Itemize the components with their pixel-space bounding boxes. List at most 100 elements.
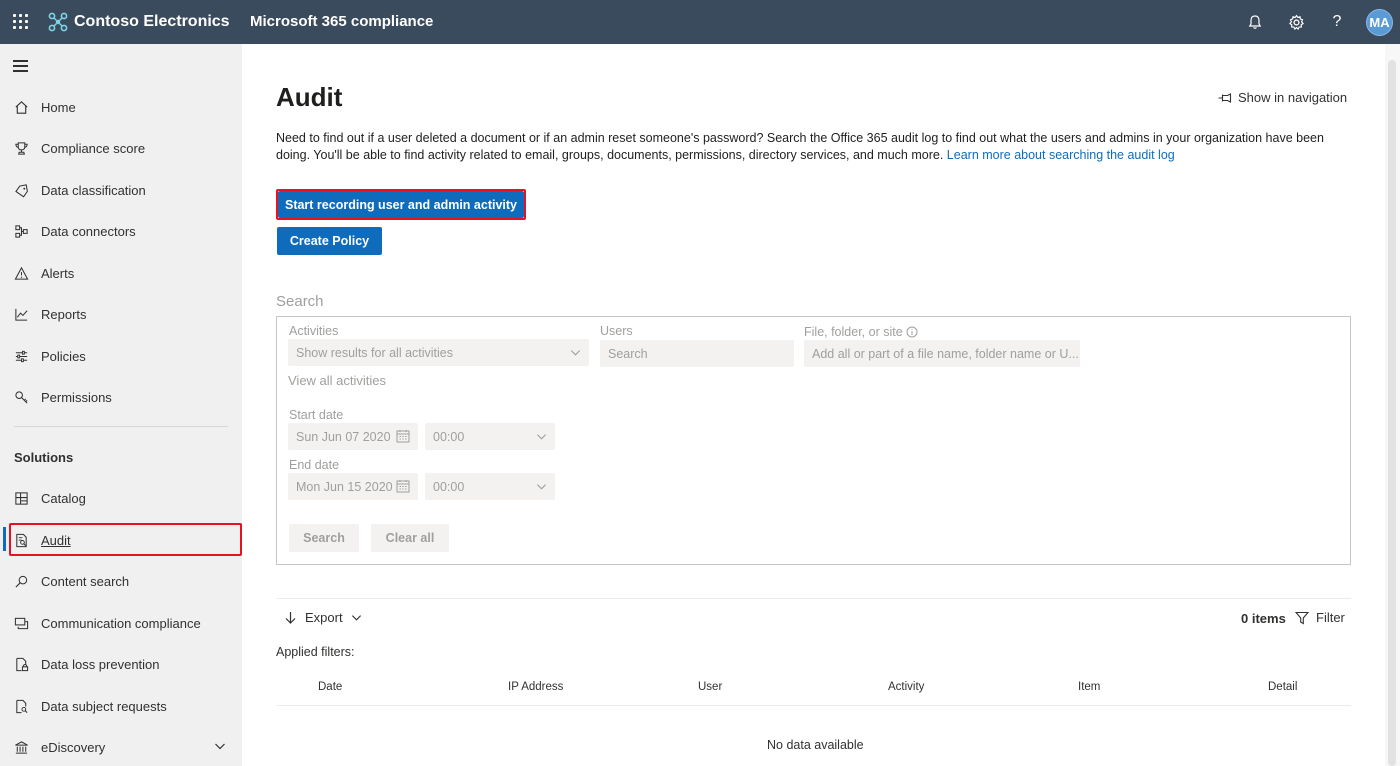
page-description: Need to find out if a user deleted a doc… xyxy=(276,130,1346,163)
end-date-value: Mon Jun 15 2020 xyxy=(296,479,393,494)
activities-dropdown[interactable]: Show results for all activities xyxy=(288,339,589,366)
export-button[interactable]: Export xyxy=(284,610,362,625)
start-date-value: Sun Jun 07 2020 xyxy=(296,429,391,444)
sidebar-item-ediscovery[interactable]: eDiscovery xyxy=(0,730,242,764)
applied-filters-label: Applied filters: xyxy=(276,645,355,659)
pin-icon xyxy=(1218,92,1232,103)
sidebar-item-label: Data loss prevention xyxy=(41,656,160,672)
users-search-input[interactable]: Search xyxy=(600,340,794,367)
org-brand[interactable]: Contoso Electronics xyxy=(48,12,230,32)
help-icon[interactable]: ? xyxy=(1327,12,1347,32)
sidebar-item-alerts[interactable]: Alerts xyxy=(0,256,242,290)
filter-label: Filter xyxy=(1316,610,1345,625)
chart-line-icon xyxy=(12,305,30,323)
sidebar-item-label: Data classification xyxy=(41,182,146,198)
contoso-logo-icon xyxy=(48,12,68,32)
sidebar-item-reports[interactable]: Reports xyxy=(0,297,242,331)
sidebar-item-permissions[interactable]: Permissions xyxy=(0,380,242,414)
sidebar-item-compliance-score[interactable]: Compliance score xyxy=(0,131,242,165)
column-header-date[interactable]: Date xyxy=(318,681,342,693)
trophy-icon xyxy=(12,139,30,157)
gear-icon[interactable] xyxy=(1286,12,1306,32)
sidebar-item-label: Data subject requests xyxy=(41,698,167,714)
chevron-down-icon[interactable] xyxy=(214,739,226,757)
show-in-navigation-button[interactable]: Show in navigation xyxy=(1218,90,1347,105)
sidebar-item-policies[interactable]: Policies xyxy=(0,339,242,373)
hamburger-menu-icon[interactable] xyxy=(13,60,29,72)
page-title: Audit xyxy=(276,82,343,112)
learn-more-link[interactable]: Learn more about searching the audit log xyxy=(947,148,1175,162)
show-in-navigation-label: Show in navigation xyxy=(1238,90,1348,105)
end-time-value: 00:00 xyxy=(433,479,465,494)
chat-icon xyxy=(12,614,30,632)
filter-button[interactable]: Filter xyxy=(1295,610,1345,625)
start-recording-highlight-box xyxy=(276,189,526,220)
sidebar-item-label: Communication compliance xyxy=(41,615,201,631)
filter-icon xyxy=(1295,611,1309,624)
items-count: 0 items xyxy=(1241,611,1286,626)
empty-state-text: No data available xyxy=(767,738,864,752)
column-header-user[interactable]: User xyxy=(698,681,722,693)
catalog-icon xyxy=(12,489,30,507)
warning-icon xyxy=(12,264,30,282)
table-header-divider xyxy=(276,705,1351,706)
sidebar-item-data-subject-requests[interactable]: Data subject requests xyxy=(0,689,242,723)
search-button[interactable]: Search xyxy=(289,524,359,552)
top-bar: Contoso Electronics Microsoft 365 compli… xyxy=(0,0,1400,44)
document-search-icon xyxy=(12,697,30,715)
sidebar-item-label: Compliance score xyxy=(41,140,146,156)
column-header-item[interactable]: Item xyxy=(1078,681,1100,693)
sidebar-item-label: Home xyxy=(41,99,76,115)
activities-value: Show results for all activities xyxy=(296,345,454,360)
column-header-detail[interactable]: Detail xyxy=(1268,681,1297,693)
sidebar-item-label: Alerts xyxy=(41,265,75,281)
connector-icon xyxy=(12,222,30,240)
tag-icon xyxy=(12,181,30,199)
file-label-text: File, folder, or site xyxy=(804,325,903,339)
file-folder-site-label: File, folder, or site xyxy=(804,325,918,339)
toolbar-divider xyxy=(276,598,1351,599)
key-icon xyxy=(12,388,30,406)
sidebar-item-label: Catalog xyxy=(41,490,86,506)
sidebar-item-label: Policies xyxy=(41,348,86,364)
sidebar-item-data-loss-prevention[interactable]: Data loss prevention xyxy=(0,647,242,681)
users-label: Users xyxy=(600,324,633,338)
sidebar-item-data-connectors[interactable]: Data connectors xyxy=(0,214,242,248)
bell-icon[interactable] xyxy=(1245,12,1265,32)
sidebar: Home Compliance score Data classificatio… xyxy=(0,44,242,766)
start-time-value: 00:00 xyxy=(433,429,465,444)
file-placeholder: Add all or part of a file name, folder n… xyxy=(812,346,1079,361)
info-icon[interactable] xyxy=(906,326,918,338)
file-folder-site-input[interactable]: Add all or part of a file name, folder n… xyxy=(804,340,1080,367)
search-icon xyxy=(12,572,30,590)
audit-highlight-box xyxy=(9,523,242,556)
search-heading: Search xyxy=(276,293,324,310)
sidebar-item-content-search[interactable]: Content search xyxy=(0,564,242,598)
sidebar-item-label: Content search xyxy=(41,573,130,589)
start-date-picker[interactable]: Sun Jun 07 2020 xyxy=(288,423,418,450)
end-time-dropdown[interactable]: 00:00 xyxy=(425,473,555,500)
column-header-ip-address[interactable]: IP Address xyxy=(508,681,563,693)
start-time-dropdown[interactable]: 00:00 xyxy=(425,423,555,450)
scrollbar-thumb[interactable] xyxy=(1388,60,1396,766)
sidebar-item-home[interactable]: Home xyxy=(0,90,242,124)
export-label: Export xyxy=(305,610,343,625)
sidebar-item-catalog[interactable]: Catalog xyxy=(0,481,242,515)
app-launcher-icon[interactable] xyxy=(12,13,30,31)
activities-label: Activities xyxy=(289,324,339,338)
sidebar-item-label: Permissions xyxy=(41,389,112,405)
sidebar-item-communication-compliance[interactable]: Communication compliance xyxy=(0,606,242,640)
sidebar-item-label: Data connectors xyxy=(41,223,136,239)
sidebar-item-data-classification[interactable]: Data classification xyxy=(0,173,242,207)
chevron-down-icon xyxy=(536,431,547,445)
end-date-picker[interactable]: Mon Jun 15 2020 xyxy=(288,473,418,500)
column-header-activity[interactable]: Activity xyxy=(888,681,924,693)
bank-icon xyxy=(12,738,30,756)
home-icon xyxy=(12,98,30,116)
app-title[interactable]: Microsoft 365 compliance xyxy=(250,13,433,30)
create-policy-button[interactable]: Create Policy xyxy=(277,227,382,255)
sidebar-item-label: Reports xyxy=(41,306,87,322)
clear-all-button[interactable]: Clear all xyxy=(371,524,449,552)
avatar[interactable]: MA xyxy=(1366,9,1393,36)
view-all-activities-link[interactable]: View all activities xyxy=(288,373,386,388)
